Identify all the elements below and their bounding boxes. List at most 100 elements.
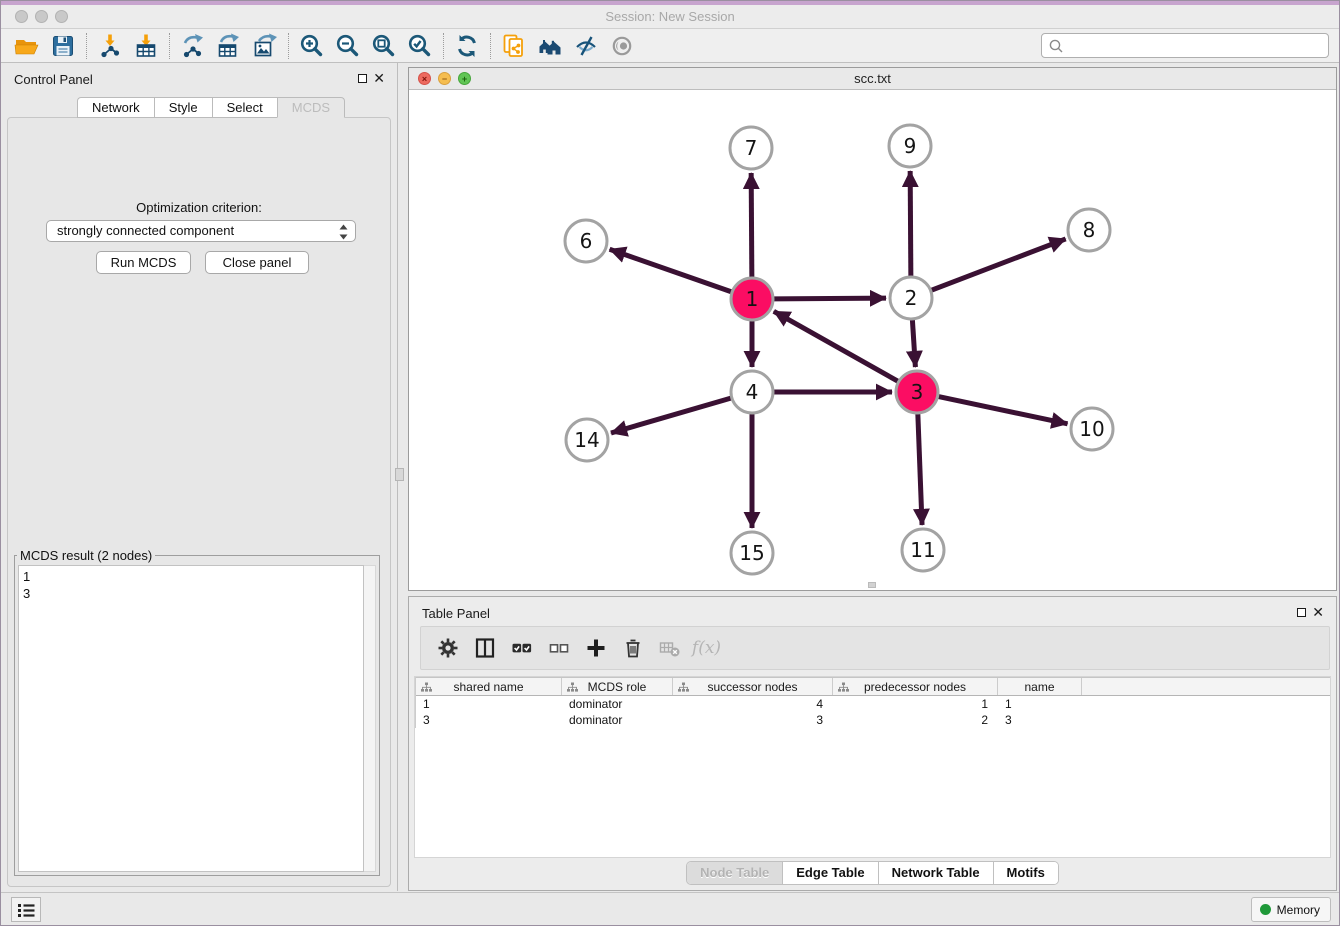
stepper-icon — [338, 223, 349, 241]
export-table-button[interactable] — [211, 30, 247, 62]
criterion-select[interactable]: strongly connected component — [46, 220, 356, 242]
panel-splitter-handle[interactable] — [395, 468, 404, 481]
task-history-button[interactable] — [11, 897, 41, 922]
export-network-button[interactable] — [175, 30, 211, 62]
close-panel-icon[interactable]: ✕ — [373, 70, 385, 86]
save-session-button[interactable] — [45, 30, 81, 62]
graph-node-11[interactable]: 11 — [902, 529, 944, 571]
node-table[interactable]: shared nameMCDS rolesuccessor nodesprede… — [414, 676, 1331, 858]
cell-successor-nodes[interactable]: 4 — [673, 696, 833, 712]
table-row[interactable]: 1dominator411 — [416, 696, 1330, 712]
tab-node-table[interactable]: Node Table — [687, 862, 783, 884]
cell-successor-nodes[interactable]: 3 — [673, 712, 833, 728]
column-header-MCDS-role[interactable]: MCDS role — [562, 678, 673, 695]
graph-node-8[interactable]: 8 — [1068, 209, 1110, 251]
float-panel-icon[interactable] — [358, 74, 367, 83]
column-chooser-button[interactable] — [466, 629, 503, 667]
graph-node-2[interactable]: 2 — [890, 277, 932, 319]
control-panel-title: Control Panel — [14, 72, 93, 87]
graph-node-14[interactable]: 14 — [566, 419, 608, 461]
add-column-button[interactable] — [577, 629, 614, 667]
network-resize-handle[interactable] — [868, 582, 876, 588]
cell-shared-name[interactable]: 1 — [416, 696, 562, 712]
tab-select[interactable]: Select — [212, 97, 277, 118]
cell-MCDS-role[interactable]: dominator — [562, 712, 673, 728]
graph-edge-2-8[interactable] — [932, 239, 1066, 290]
graph-edge-2-9[interactable] — [910, 171, 911, 276]
column-header-name[interactable]: name — [998, 678, 1082, 695]
close-table-panel-icon[interactable]: ✕ — [1312, 604, 1324, 620]
graph-edge-2-3[interactable] — [912, 320, 915, 367]
delete-table-button[interactable] — [651, 629, 688, 667]
svg-text:14: 14 — [574, 428, 599, 452]
graph-node-6[interactable]: 6 — [565, 220, 607, 262]
select-all-columns-button[interactable] — [503, 629, 540, 667]
table-row[interactable]: 3dominator323 — [416, 712, 1330, 728]
graph-node-15[interactable]: 15 — [731, 532, 773, 574]
mcds-result-text[interactable]: 1 3 — [18, 565, 364, 872]
zoom-out-button[interactable] — [330, 30, 366, 62]
cell-predecessor-nodes[interactable]: 1 — [833, 696, 998, 712]
graph-node-1[interactable]: 1 — [731, 278, 773, 320]
graph-node-7[interactable]: 7 — [730, 127, 772, 169]
table-panel-header: Table Panel ✕ — [409, 597, 1336, 629]
graph-edge-1-2[interactable] — [774, 298, 886, 299]
cell-name[interactable]: 3 — [998, 712, 1082, 728]
eye-icon — [609, 33, 635, 59]
tab-edge-table[interactable]: Edge Table — [783, 862, 878, 884]
apply-layout-button[interactable] — [449, 30, 485, 62]
result-scrollbar[interactable] — [364, 565, 376, 872]
export-table-icon — [216, 33, 242, 59]
graph-node-9[interactable]: 9 — [889, 125, 931, 167]
close-panel-button[interactable]: Close panel — [205, 251, 309, 274]
graph-node-3[interactable]: 3 — [896, 371, 938, 413]
zoom-in-button[interactable] — [294, 30, 330, 62]
network-window-titlebar[interactable]: × − + scc.txt — [409, 68, 1336, 90]
graph-edge-1-6[interactable] — [610, 249, 732, 291]
cell-shared-name[interactable]: 3 — [416, 712, 562, 728]
delete-column-button[interactable] — [614, 629, 651, 667]
graph-edge-4-14[interactable] — [611, 398, 731, 433]
float-table-panel-icon[interactable] — [1297, 608, 1306, 617]
import-table-button[interactable] — [128, 30, 164, 62]
home-button[interactable] — [532, 30, 568, 62]
new-network-file-button[interactable] — [496, 30, 532, 62]
titlebar[interactable]: Session: New Session — [1, 5, 1339, 29]
deselect-all-columns-button[interactable] — [540, 629, 577, 667]
run-mcds-button[interactable]: Run MCDS — [96, 251, 191, 274]
tab-mcds[interactable]: MCDS — [277, 97, 345, 118]
memory-label: Memory — [1277, 903, 1320, 917]
graph-edge-3-10[interactable] — [939, 397, 1068, 424]
zoom-selected-button[interactable] — [402, 30, 438, 62]
network-canvas[interactable]: 1 2 3 4 6 7 8 9 10 11 14 15 — [409, 90, 1336, 590]
svg-text:6: 6 — [580, 229, 593, 253]
show-all-button[interactable] — [604, 30, 640, 62]
graph-node-10[interactable]: 10 — [1071, 408, 1113, 450]
cell-MCDS-role[interactable]: dominator — [562, 696, 673, 712]
open-session-button[interactable] — [9, 30, 45, 62]
mcds-panel-body: Optimization criterion: strongly connect… — [7, 117, 391, 887]
tab-style[interactable]: Style — [154, 97, 212, 118]
search-input[interactable] — [1065, 35, 1328, 56]
memory-button[interactable]: Memory — [1251, 897, 1331, 922]
column-header-shared-name[interactable]: shared name — [416, 678, 562, 695]
export-image-button[interactable] — [247, 30, 283, 62]
graph-edge-3-11[interactable] — [918, 414, 922, 525]
search-box[interactable] — [1041, 33, 1329, 58]
import-network-button[interactable] — [92, 30, 128, 62]
tab-network[interactable]: Network — [77, 97, 154, 118]
column-header-successor-nodes[interactable]: successor nodes — [673, 678, 833, 695]
cell-name[interactable]: 1 — [998, 696, 1082, 712]
mcds-result-title: MCDS result (2 nodes) — [17, 548, 155, 563]
tab-motifs[interactable]: Motifs — [994, 862, 1058, 884]
graph-edge-1-7[interactable] — [751, 173, 752, 277]
tab-network-table[interactable]: Network Table — [879, 862, 994, 884]
graph-edge-3-1[interactable] — [774, 311, 898, 381]
graph-node-4[interactable]: 4 — [731, 371, 773, 413]
table-settings-button[interactable] — [429, 629, 466, 667]
hide-selected-button[interactable] — [568, 30, 604, 62]
cell-predecessor-nodes[interactable]: 2 — [833, 712, 998, 728]
function-builder-button[interactable]: f(x) — [688, 629, 725, 667]
zoom-fit-button[interactable] — [366, 30, 402, 62]
column-header-predecessor-nodes[interactable]: predecessor nodes — [833, 678, 998, 695]
